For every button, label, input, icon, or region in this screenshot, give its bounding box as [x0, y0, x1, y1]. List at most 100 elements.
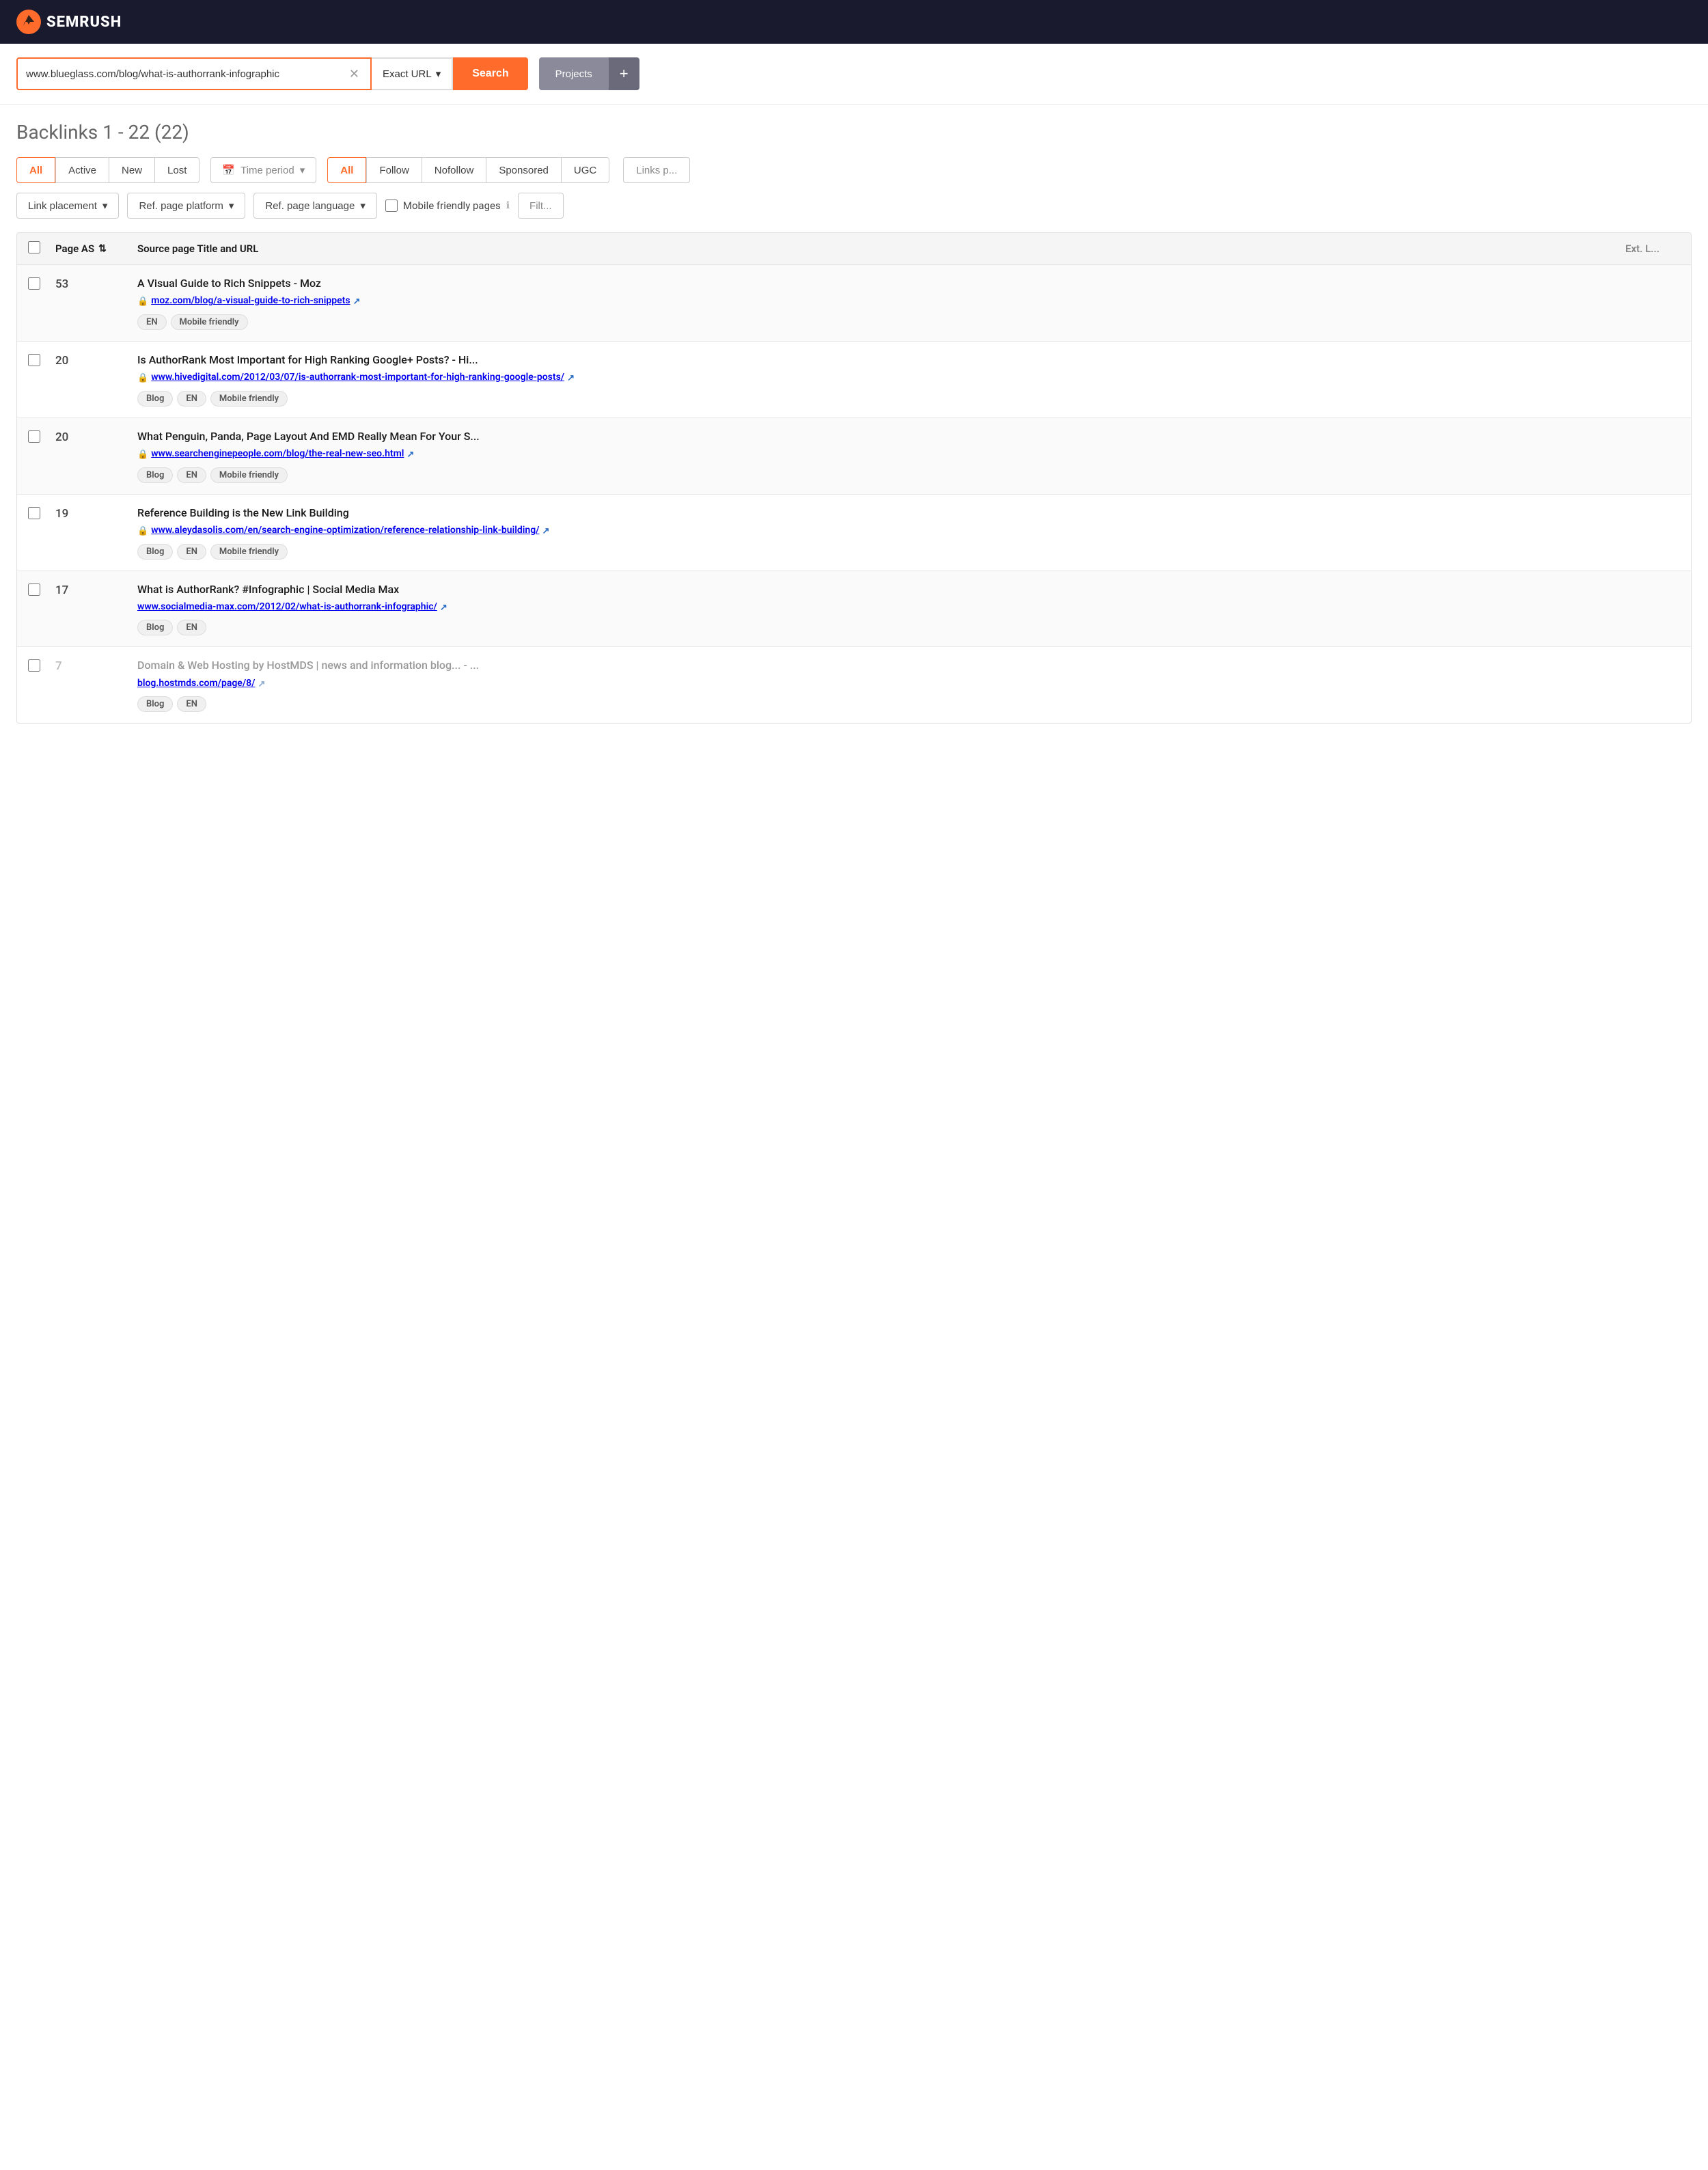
tag-en: EN [177, 391, 206, 407]
tag-mobile-friendly: Mobile friendly [210, 391, 288, 407]
lock-icon: 🔒 [137, 448, 148, 462]
search-area: ✕ Exact URL ▾ Search Projects + [0, 44, 1708, 105]
row-checkbox[interactable] [28, 354, 40, 366]
status-tab-group: All Active New Lost [16, 157, 199, 183]
row-checkbox-wrapper [28, 658, 55, 674]
tag-blog: Blog [137, 544, 173, 560]
row-checkbox[interactable] [28, 507, 40, 519]
row-url: 🔒 www.aleydasolis.com/en/search-engine-o… [137, 523, 1680, 538]
chevron-down-icon: ▾ [360, 200, 366, 212]
semrush-logo-icon [16, 10, 41, 34]
filter-row-2: Link placement ▾ Ref. page platform ▾ Re… [16, 193, 1692, 219]
row-url: 🔒 www.searchenginepeople.com/blog/the-re… [137, 447, 1680, 462]
lock-icon: 🔒 [137, 525, 148, 538]
tab-follow[interactable]: Follow [366, 157, 422, 183]
tag-blog: Blog [137, 696, 173, 712]
row-page-as: 20 [55, 353, 137, 368]
tag-en: EN [137, 314, 167, 330]
row-tags: Blog EN [137, 620, 1680, 635]
tab-all-status[interactable]: All [16, 157, 55, 183]
row-title: Domain & Web Hosting by HostMDS | news a… [137, 658, 1680, 673]
tag-en: EN [177, 544, 206, 560]
links-partial-btn[interactable]: Links p... [623, 157, 690, 183]
row-url: www.socialmedia-max.com/2012/02/what-is-… [137, 600, 1680, 615]
row-page-as: 20 [55, 429, 137, 444]
main-content: Backlinks 1 - 22 (22) All Active New Los… [0, 105, 1708, 724]
mobile-friendly-label: Mobile friendly pages [403, 200, 501, 212]
row-url: 🔒 www.hivedigital.com/2012/03/07/is-auth… [137, 370, 1680, 385]
row-page-as: 17 [55, 582, 137, 597]
external-link-icon: ↗ [567, 372, 575, 385]
search-button[interactable]: Search [453, 57, 527, 90]
tag-blog: Blog [137, 620, 173, 635]
logo: SEMRUSH [16, 10, 122, 34]
row-checkbox[interactable] [28, 583, 40, 596]
table-header: Page AS ⇅ Source page Title and URL Ext.… [17, 233, 1691, 265]
table-row: 17 What is AuthorRank? #Infographic | So… [17, 571, 1691, 648]
tab-active-status[interactable]: Active [55, 157, 109, 183]
row-page-as: 19 [55, 506, 137, 521]
ref-page-language-dropdown[interactable]: Ref. page language ▾ [253, 193, 376, 219]
link-placement-dropdown[interactable]: Link placement ▾ [16, 193, 119, 219]
filter-extra-btn[interactable]: Filt... [518, 193, 564, 219]
tag-mobile-friendly: Mobile friendly [171, 314, 248, 330]
row-title: What Penguin, Panda, Page Layout And EMD… [137, 429, 1680, 444]
tab-ugc[interactable]: UGC [562, 157, 609, 183]
row-page-as: 7 [55, 658, 137, 673]
row-checkbox[interactable] [28, 659, 40, 672]
chevron-down-icon: ▾ [102, 200, 108, 212]
row-checkbox-wrapper [28, 429, 55, 445]
external-link-icon: ↗ [440, 601, 447, 615]
filter-extra-label: Filt... [529, 200, 552, 212]
clear-url-button[interactable]: ✕ [346, 67, 362, 81]
col-source-header: Source page Title and URL [137, 243, 1625, 255]
row-checkbox[interactable] [28, 430, 40, 443]
lock-icon: 🔒 [137, 295, 148, 309]
row-title: What is AuthorRank? #Infographic | Socia… [137, 582, 1680, 597]
row-checkbox[interactable] [28, 277, 40, 290]
url-link[interactable]: www.hivedigital.com/2012/03/07/is-author… [151, 370, 564, 385]
add-project-button[interactable]: + [609, 57, 639, 90]
select-all-checkbox[interactable] [28, 241, 40, 253]
page-title-range: 1 - 22 (22) [102, 121, 189, 143]
header: SEMRUSH [0, 0, 1708, 44]
chevron-down-icon: ▾ [436, 68, 441, 80]
row-source: Is AuthorRank Most Important for High Ra… [137, 353, 1680, 407]
logo-text: SEMRUSH [46, 14, 122, 31]
calendar-icon: 📅 [222, 164, 235, 176]
url-link[interactable]: www.searchenginepeople.com/blog/the-real… [151, 447, 404, 461]
url-link[interactable]: www.socialmedia-max.com/2012/02/what-is-… [137, 600, 437, 614]
tab-new-status[interactable]: New [109, 157, 155, 183]
tag-blog: Blog [137, 467, 173, 483]
external-link-icon: ↗ [407, 448, 414, 462]
tag-mobile-friendly: Mobile friendly [210, 544, 288, 560]
url-link[interactable]: www.aleydasolis.com/en/search-engine-opt… [151, 523, 539, 538]
ref-page-platform-dropdown[interactable]: Ref. page platform ▾ [127, 193, 245, 219]
row-source: Reference Building is the New Link Build… [137, 506, 1680, 560]
table-row: 7 Domain & Web Hosting by HostMDS | news… [17, 647, 1691, 723]
col-source-label: Source page Title and URL [137, 243, 258, 255]
external-link-icon: ↗ [542, 525, 550, 538]
row-tags: EN Mobile friendly [137, 314, 1680, 330]
tab-lost-status[interactable]: Lost [155, 157, 199, 183]
url-link[interactable]: blog.hostmds.com/page/8/ [137, 676, 255, 691]
mobile-friendly-checkbox[interactable] [385, 200, 398, 212]
info-icon: ℹ [506, 200, 510, 211]
tab-all-link[interactable]: All [327, 157, 366, 183]
row-page-as: 53 [55, 276, 137, 291]
row-url: 🔒 moz.com/blog/a-visual-guide-to-rich-sn… [137, 294, 1680, 309]
tab-nofollow[interactable]: Nofollow [422, 157, 487, 183]
projects-button[interactable]: Projects [539, 57, 609, 90]
table-row: 20 What Penguin, Panda, Page Layout And … [17, 418, 1691, 495]
table-row: 20 Is AuthorRank Most Important for High… [17, 342, 1691, 418]
url-link[interactable]: moz.com/blog/a-visual-guide-to-rich-snip… [151, 294, 350, 308]
col-page-as-label: Page AS [55, 243, 94, 255]
exact-url-dropdown[interactable]: Exact URL ▾ [372, 57, 453, 90]
ref-page-language-label: Ref. page language [265, 200, 355, 212]
tab-sponsored[interactable]: Sponsored [486, 157, 562, 183]
row-checkbox-wrapper [28, 353, 55, 369]
time-period-dropdown[interactable]: 📅 Time period ▾ [210, 157, 316, 183]
link-type-tab-group: All Follow Nofollow Sponsored UGC [327, 157, 609, 183]
tag-blog: Blog [137, 391, 173, 407]
url-input[interactable] [26, 68, 346, 80]
